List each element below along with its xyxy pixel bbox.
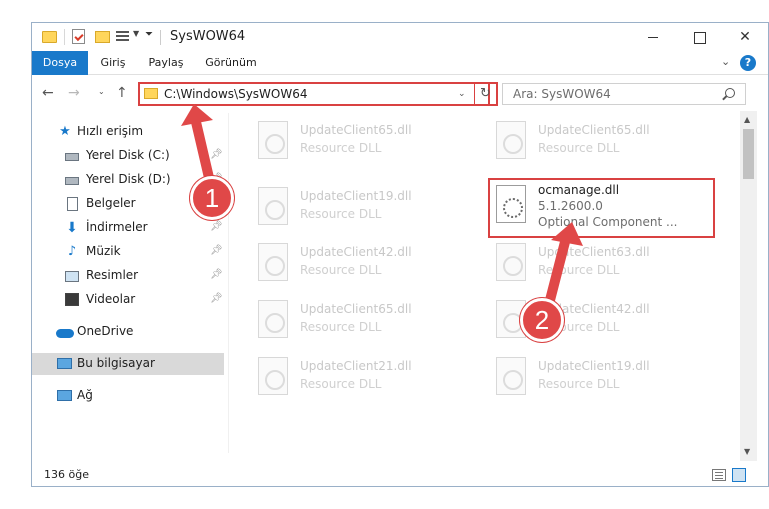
arrow-1 (181, 104, 215, 187)
step-badge-1: 1 (190, 176, 234, 220)
arrow-2 (543, 222, 583, 313)
annotation-arrows (181, 104, 583, 313)
step-badge-2: 2 (520, 298, 564, 342)
